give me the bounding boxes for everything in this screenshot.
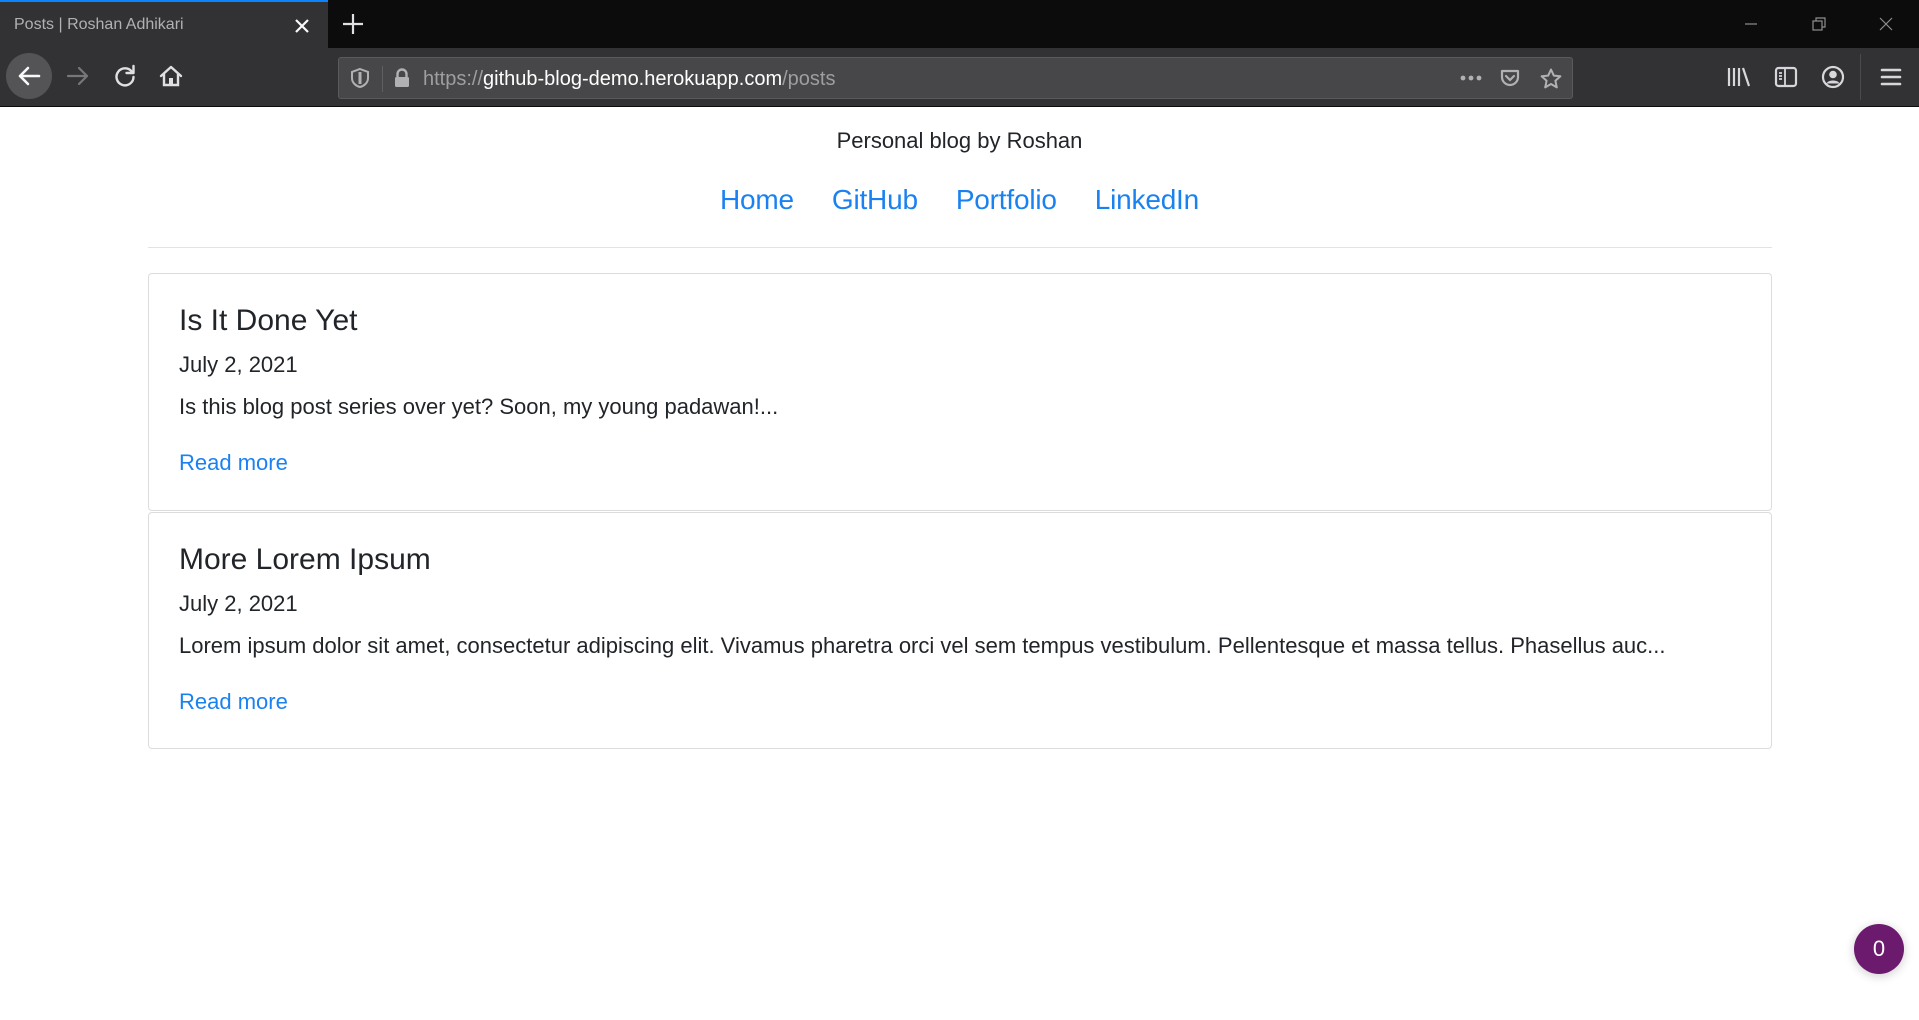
forward-button[interactable] (55, 53, 101, 99)
arrow-left-icon (18, 66, 41, 86)
toolbar-separator (1860, 54, 1861, 100)
shield-icon[interactable] (349, 67, 371, 89)
tab-strip: Posts | Roshan Adhikari (0, 0, 1919, 48)
url-text[interactable]: https://github-blog-demo.herokuapp.com/p… (423, 68, 835, 91)
nav-link-home[interactable]: Home (720, 184, 794, 216)
account-icon[interactable] (1820, 64, 1846, 90)
reload-icon (115, 64, 135, 87)
nav-link-portfolio[interactable]: Portfolio (956, 184, 1057, 216)
post-date: July 2, 2021 (179, 352, 298, 377)
home-button[interactable] (148, 53, 194, 99)
pocket-icon[interactable] (1499, 67, 1521, 89)
new-tab-icon[interactable] (340, 11, 366, 37)
hamburger-icon[interactable] (1878, 64, 1904, 90)
post-date: July 2, 2021 (179, 591, 298, 616)
floating-count-badge[interactable]: 0 (1854, 924, 1904, 974)
post-title: More Lorem Ipsum (179, 543, 431, 576)
read-more-link[interactable]: Read more (179, 689, 288, 715)
url-path: /posts (782, 68, 836, 90)
close-window-icon[interactable] (1872, 10, 1900, 38)
minimize-icon[interactable] (1737, 10, 1765, 38)
nav-link-linkedin[interactable]: LinkedIn (1095, 184, 1199, 216)
post-excerpt: Lorem ipsum dolor sit amet, consectetur … (179, 633, 1666, 658)
post-excerpt: Is this blog post series over yet? Soon,… (179, 394, 779, 419)
browser-tab[interactable]: Posts | Roshan Adhikari (0, 0, 328, 48)
site-nav: Home GitHub Portfolio LinkedIn (0, 184, 1919, 216)
reload-button[interactable] (102, 53, 148, 99)
sidebar-icon[interactable] (1773, 64, 1799, 90)
header-divider (148, 247, 1772, 248)
library-icon[interactable] (1726, 64, 1752, 90)
site-tagline: Personal blog by Roshan (836, 128, 1083, 153)
post-title: Is It Done Yet (179, 304, 358, 337)
url-separator (382, 66, 383, 92)
nav-toolbar: https://github-blog-demo.herokuapp.com/p… (0, 48, 1919, 107)
home-icon (159, 65, 183, 87)
nav-link-github[interactable]: GitHub (832, 184, 918, 216)
read-more-link[interactable]: Read more (179, 450, 288, 476)
post-card: More Lorem Ipsum July 2, 2021 Lorem ipsu… (148, 512, 1772, 749)
restore-icon[interactable] (1805, 10, 1833, 38)
back-button[interactable] (6, 53, 52, 99)
tab-title: Posts | Roshan Adhikari (14, 16, 184, 33)
post-card: Is It Done Yet July 2, 2021 Is this blog… (148, 273, 1772, 511)
url-host: github-blog-demo.herokuapp.com (483, 68, 783, 90)
url-scheme: https:// (423, 68, 484, 90)
ellipsis-icon[interactable] (1459, 67, 1482, 89)
star-icon[interactable] (1539, 67, 1562, 89)
page-content: Personal blog by Roshan Home GitHub Port… (0, 108, 1919, 1020)
url-bar[interactable]: https://github-blog-demo.herokuapp.com/p… (338, 57, 1573, 99)
close-tab-icon[interactable] (290, 14, 314, 38)
lock-icon[interactable] (391, 67, 413, 89)
arrow-right-icon (66, 66, 89, 86)
